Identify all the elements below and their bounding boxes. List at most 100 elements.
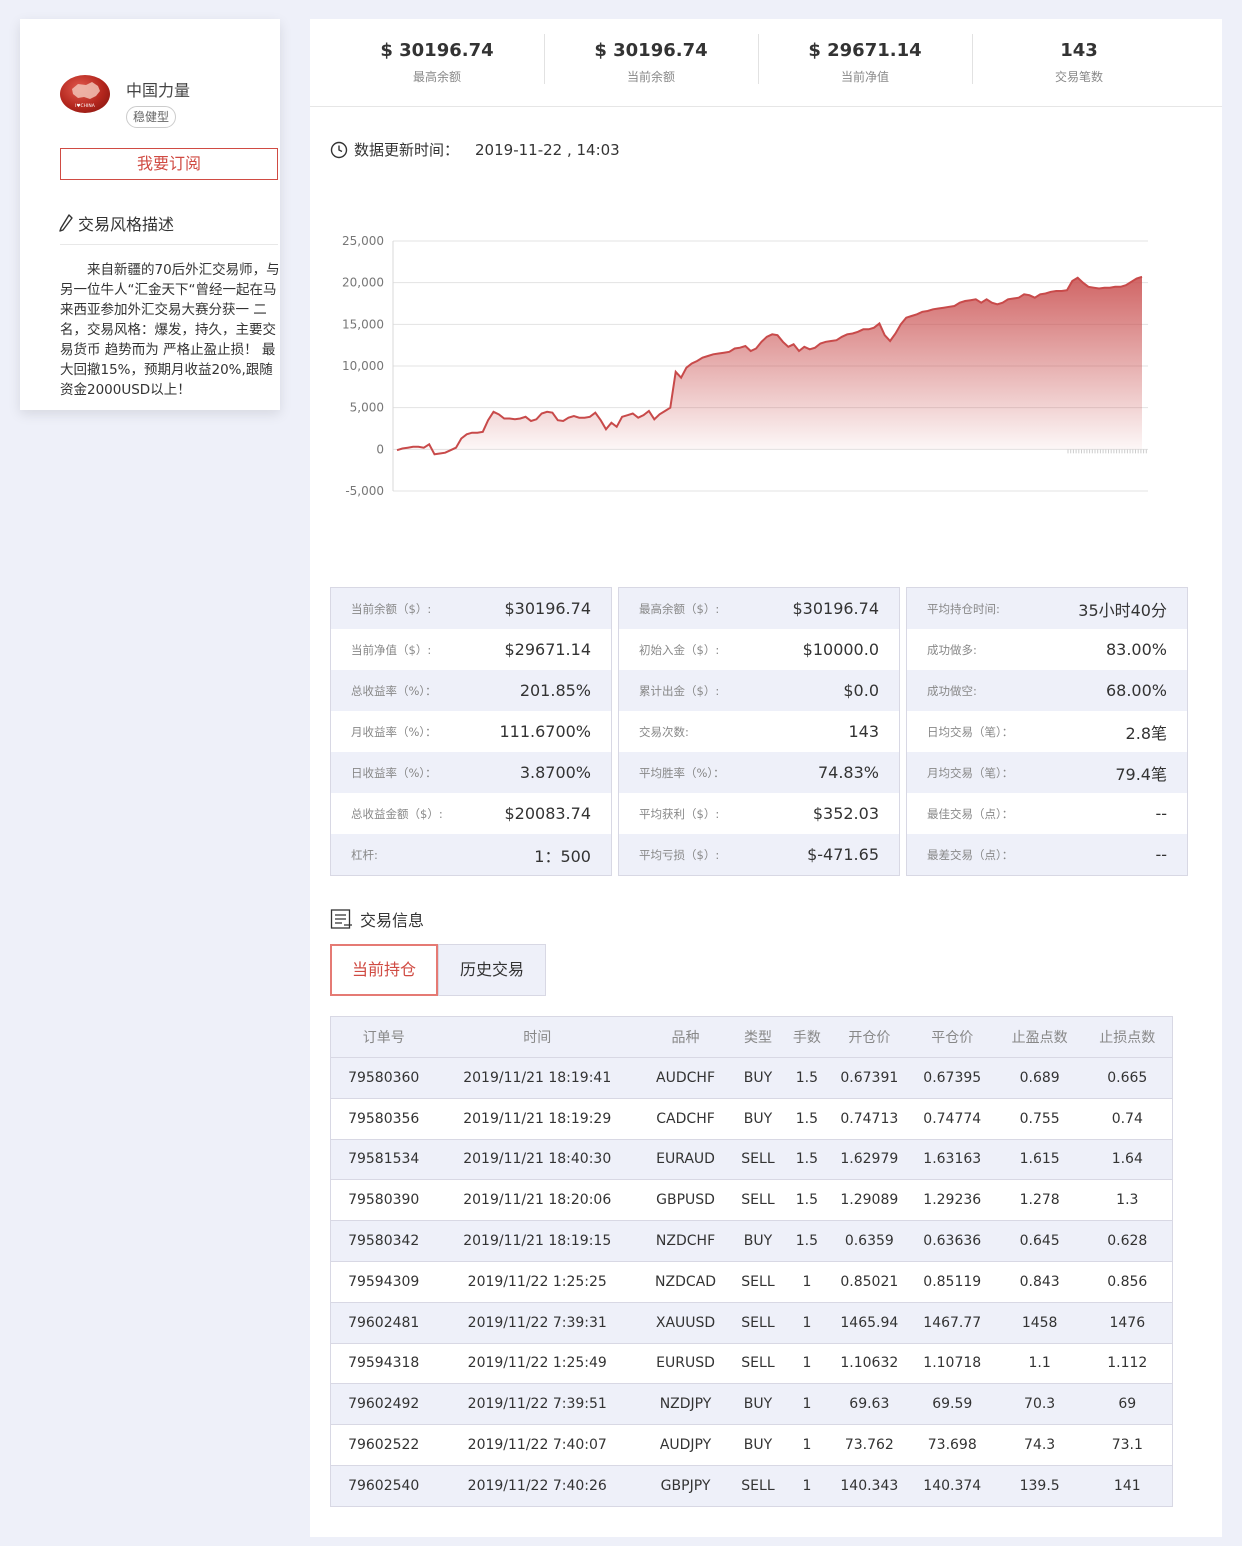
table-cell: 1 [782,1424,831,1466]
stat-trade-count: 143 交易笔数 [972,34,1186,85]
table-cell: 1.112 [1082,1343,1173,1385]
table-cell: 79581534 [330,1139,437,1181]
table-cell: 2019/11/21 18:20:06 [436,1179,639,1222]
table-cell: NZDCAD [638,1261,733,1303]
table-cell: 0.689 [996,1057,1083,1099]
profile-card: I♥CHINA 中国力量 稳健型 我要订阅 交易风格描述 来自新疆的70后外汇交… [20,19,280,410]
table-cell: 140.374 [907,1465,997,1507]
table-row: 79580390 2019/11/21 18:20:06 GBPUSD SELL 1.5… [330,1179,1173,1222]
table-cell: 0.665 [1082,1057,1173,1099]
column-header-type: 类型 [732,1016,783,1058]
table-cell: 0.755 [996,1098,1083,1140]
table-cell: 2019/11/22 7:40:26 [436,1465,639,1507]
table-cell: 1 [782,1261,831,1303]
metric-label: 成功做多: [927,642,977,657]
y-tick-label: 25,000 [342,234,384,248]
pen-icon [59,214,73,232]
table-cell: 79602522 [330,1424,437,1466]
table-cell: 79602492 [330,1383,437,1426]
table-cell: BUY [732,1383,783,1426]
table-cell: 139.5 [996,1465,1083,1507]
tab-trade-history[interactable]: 历史交易 [438,944,546,996]
table-cell: XAUUSD [638,1302,733,1344]
table-cell: 1.5 [782,1179,831,1222]
table-cell: GBPJPY [638,1465,733,1507]
table-cell: SELL [732,1179,783,1222]
svg-text:I♥CHINA: I♥CHINA [75,103,96,109]
metric-row: 日收益率（%）： 3.8700% [331,752,611,793]
table-cell: 0.85021 [830,1261,908,1303]
table-cell: 2019/11/21 18:19:41 [436,1057,639,1099]
metric-label: 平均亏损（$）: [639,847,720,862]
table-cell: 1.64 [1082,1139,1173,1181]
metric-row: 杠杆: 1：500 [331,834,611,875]
table-cell: CADCHF [638,1098,733,1140]
metric-row: 当前余额（$）: $30196.74 [331,588,611,629]
metric-row: 当前净值（$）: $29671.14 [331,629,611,670]
table-cell: 140.343 [830,1465,908,1507]
table-row: 79602522 2019/11/22 7:40:07 AUDJPY BUY 1 73.7… [330,1424,1173,1466]
metric-row: 累计出金（$）: $0.0 [619,670,899,711]
metric-value: $352.03 [812,804,879,823]
stat-label: 当前净值 [840,70,889,84]
table-cell: SELL [732,1139,783,1181]
list-icon [330,909,352,929]
metric-value: $30196.74 [504,599,591,618]
stat-value: $ 30196.74 [380,40,494,61]
table-cell: 1.62979 [830,1139,908,1181]
metric-row: 成功做空: 68.00% [907,670,1187,711]
table-cell: 1.5 [782,1139,831,1181]
subscribe-button[interactable]: 我要订阅 [60,148,278,180]
table-cell: 1.278 [996,1179,1083,1222]
metric-label: 平均获利（$）: [639,806,720,821]
metric-label: 总收益率（%）： [351,683,437,698]
metric-row: 平均胜率（%）： 74.83% [619,752,899,793]
metric-value: 35小时40分 [1078,600,1167,620]
table-cell: 0.85119 [907,1261,997,1303]
table-header-row: 订单号 时间 品种 类型 手数 开仓价 平仓价 止盈点数 止损点数 [330,1016,1173,1058]
column-header-symbol: 品种 [638,1016,733,1058]
table-cell: 79602540 [330,1465,437,1507]
metric-label: 月均交易（笔）： [927,765,1014,780]
table-row: 79602540 2019/11/22 7:40:26 GBPJPY SELL 1 140… [330,1465,1173,1507]
table-cell: 73.1 [1082,1424,1173,1466]
metric-value: -- [1155,804,1167,823]
table-cell: 1.63163 [907,1139,997,1181]
table-cell: 0.843 [996,1261,1083,1303]
metric-label: 最高余额（$）: [639,601,720,616]
column-header-order-id: 订单号 [330,1016,437,1058]
metric-value: 74.83% [817,763,879,782]
table-cell: 0.67391 [830,1057,908,1099]
table-cell: SELL [732,1302,783,1344]
tab-current-positions[interactable]: 当前持仓 [330,944,438,996]
metrics-column-3: 平均持仓时间: 35小时40分 成功做多: 83.00% 成功做空: 68.00% 日… [906,587,1188,876]
metric-row: 平均获利（$）: $352.03 [619,793,899,834]
table-cell: BUY [732,1220,783,1262]
y-tick-label: 20,000 [342,276,384,290]
metric-value: 83.00% [1105,640,1167,659]
table-cell: BUY [732,1057,783,1099]
table-row: 79581534 2019/11/21 18:40:30 EURAUD SELL 1.5… [330,1139,1173,1181]
table-cell: 2019/11/22 7:40:07 [436,1424,639,1466]
table-cell: 0.63636 [907,1220,997,1262]
table-row: 79580356 2019/11/21 18:19:29 CADCHF BUY 1.5 0… [330,1098,1173,1140]
table-cell: EURAUD [638,1139,733,1181]
metric-row: 月收益率（%）： 111.6700% [331,711,611,752]
table-cell: EURUSD [638,1343,733,1385]
metric-row: 成功做多: 83.00% [907,629,1187,670]
table-cell: 1.5 [782,1220,831,1262]
table-cell: 1.5 [782,1098,831,1140]
table-cell: 79594318 [330,1343,437,1385]
table-cell: GBPUSD [638,1179,733,1222]
table-cell: 1467.77 [907,1302,997,1344]
table-cell: 0.645 [996,1220,1083,1262]
positions-table-body: 79580360 2019/11/21 18:19:41 AUDCHF BUY 1.5 0… [330,1057,1173,1507]
table-row: 79594309 2019/11/22 1:25:25 NZDCAD SELL 1 0.8… [330,1261,1173,1303]
table-cell: 1.3 [1082,1179,1173,1222]
table-cell: 73.762 [830,1424,908,1466]
stat-value: $ 30196.74 [594,40,708,61]
clock-icon [330,141,348,158]
stat-current-balance: $ 30196.74 当前余额 [544,34,758,85]
column-header-stop-loss: 止损点数 [1082,1016,1173,1058]
trade-info-heading: 交易信息 [330,907,424,931]
